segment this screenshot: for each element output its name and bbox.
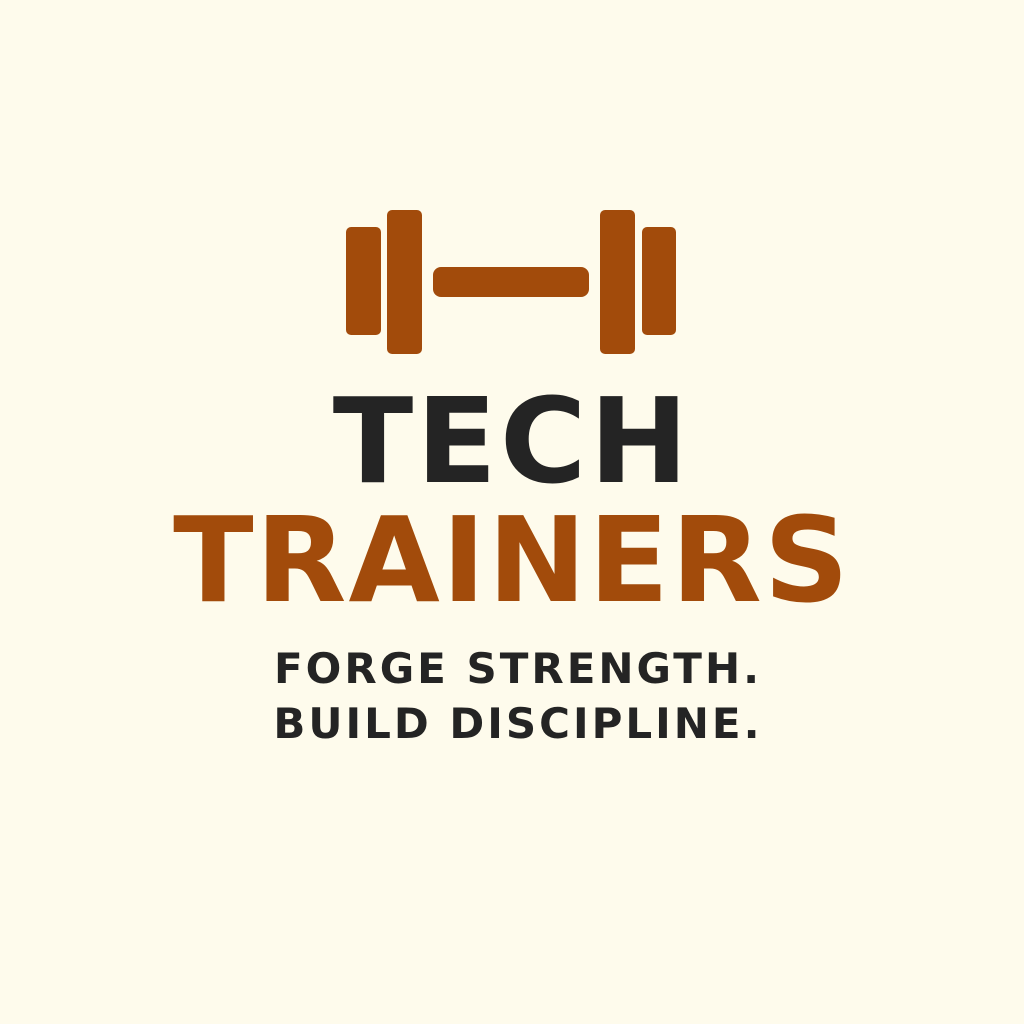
- outer-left-plate: [346, 227, 381, 335]
- tagline-build-discipline: BUILD DISCIPLINE.: [273, 699, 763, 748]
- inner-left-plate: [387, 210, 422, 354]
- dumbbell-handle: [433, 267, 589, 297]
- tagline-forge-strength: FORGE STRENGTH.: [273, 644, 763, 693]
- outer-right-plate: [642, 227, 676, 335]
- inner-right-plate: [600, 210, 635, 354]
- brand-title-trainers: TRAINERS: [173, 491, 851, 629]
- brand-logo: TECH TRAINERS FORGE STRENGTH. BUILD DISC…: [0, 0, 1024, 1024]
- dumbbell-icon: [346, 210, 676, 354]
- brand-title-tech: TECH: [332, 372, 692, 510]
